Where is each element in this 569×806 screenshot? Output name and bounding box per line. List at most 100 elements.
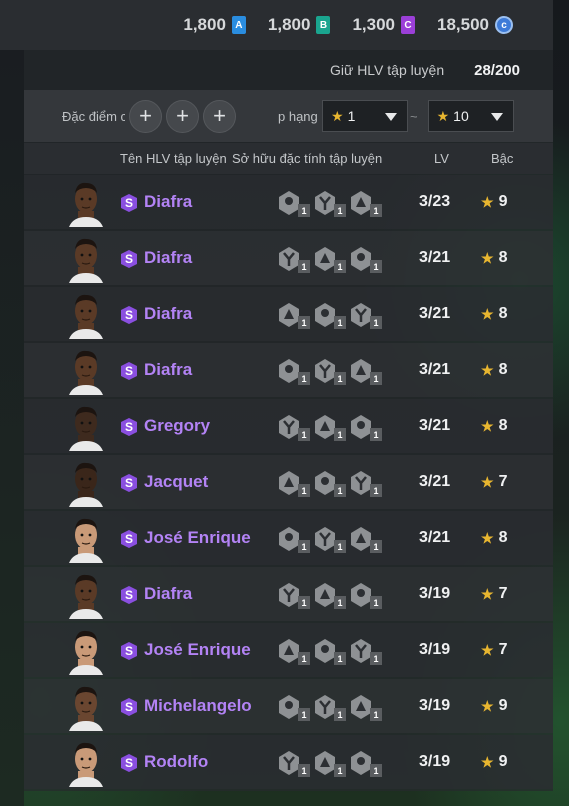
- training-trait-icon: 1: [313, 189, 346, 217]
- trainer-rank: ★ 7: [481, 641, 507, 659]
- training-trait-icon: 1: [277, 749, 310, 777]
- season-badge: S: [120, 417, 138, 437]
- trainer-rank-value: 7: [498, 585, 508, 602]
- trainer-rank-value: 9: [498, 697, 508, 714]
- trait-level: 1: [298, 708, 310, 721]
- table-row[interactable]: S José Enrique 1 1 1 3/19 ★ 7: [24, 623, 553, 677]
- trainer-rank-value: 8: [498, 529, 508, 546]
- currency-a: 1,800 A: [183, 15, 246, 35]
- training-trait-icon: 1: [277, 469, 310, 497]
- rank-max-dropdown[interactable]: ★ 10: [427, 100, 514, 132]
- trainer-name: Diafra: [144, 584, 193, 603]
- trainer-level: 3/21: [419, 417, 451, 434]
- season-badge: S: [120, 641, 138, 661]
- season-badge-letter: S: [124, 644, 133, 658]
- training-traits: 1 1 1: [277, 413, 382, 441]
- add-trait-filter-button-2[interactable]: +: [166, 99, 199, 133]
- trainer-name: Rodolfo: [144, 752, 209, 771]
- trainer-name: Diafra: [144, 248, 193, 267]
- avatar: [69, 574, 103, 619]
- table-row[interactable]: S Jacquet 1 1 1 3/21 ★ 7: [24, 455, 553, 509]
- column-header-name: Tên HLV tập luyện: [120, 151, 227, 166]
- storage-label: Giữ HLV tập luyện: [329, 62, 445, 78]
- trainer-name: Diafra: [144, 304, 193, 323]
- table-row[interactable]: S Diafra 1 1 1 3/23 ★ 9: [24, 175, 553, 229]
- trainer-rank-value: 9: [498, 193, 508, 210]
- trait-level: 1: [298, 484, 310, 497]
- season-badge: S: [120, 529, 138, 549]
- training-trait-icon: 1: [313, 301, 346, 329]
- currency-a-value: 1,800: [183, 15, 226, 34]
- table-row[interactable]: S Diafra 1 1 1 3/21 ★ 8: [24, 343, 553, 397]
- table-header: Tên HLV tập luyện Sở hữu đặc tính tập lu…: [24, 143, 553, 174]
- season-badge: S: [120, 249, 138, 269]
- trainer-level: 3/23: [419, 193, 451, 210]
- trait-level: 1: [334, 484, 346, 497]
- trait-level: 1: [370, 596, 382, 609]
- star-icon: ★: [481, 305, 494, 322]
- table-row[interactable]: S Diafra 1 1 1 3/21 ★ 8: [24, 287, 553, 341]
- trainer-name: José Enrique: [144, 640, 251, 659]
- table-row[interactable]: S Gregory 1 1 1 3/21 ★ 8: [24, 399, 553, 453]
- trainer-level: 3/21: [419, 361, 451, 378]
- training-traits: 1 1 1: [277, 581, 382, 609]
- rank-filter-label: p hạng: [278, 108, 318, 124]
- trainer-level: 3/19: [419, 697, 451, 714]
- trait-level: 1: [298, 540, 310, 553]
- training-traits: 1 1 1: [277, 245, 382, 273]
- trait-level: 1: [370, 316, 382, 329]
- training-traits: 1 1 1: [277, 189, 382, 217]
- season-badge-letter: S: [124, 420, 133, 434]
- table-row[interactable]: S Diafra 1 1 1 3/21 ★ 8: [24, 231, 553, 285]
- training-trait-icon: 1: [313, 525, 346, 553]
- training-trait-icon: 1: [349, 413, 382, 441]
- trainer-name: Michelangelo: [144, 696, 252, 715]
- table-row[interactable]: S Michelangelo 1 1 1 3/19 ★ 9: [24, 679, 553, 733]
- season-badge: S: [120, 585, 138, 605]
- training-trait-icon: 1: [277, 189, 310, 217]
- training-trait-icon: 1: [277, 413, 310, 441]
- training-traits: 1 1 1: [277, 469, 382, 497]
- trait-level: 1: [298, 652, 310, 665]
- training-trait-icon: 1: [349, 637, 382, 665]
- training-traits: 1 1 1: [277, 357, 382, 385]
- trait-level: 1: [298, 316, 310, 329]
- trainer-rank-value: 8: [498, 249, 508, 266]
- trainer-level: 3/19: [419, 641, 451, 658]
- star-icon: ★: [436, 107, 450, 124]
- trait-level: 1: [334, 372, 346, 385]
- add-trait-filter-button-1[interactable]: +: [129, 99, 162, 133]
- trainer-rank-value: 9: [498, 753, 508, 770]
- add-trait-filter-button-3[interactable]: +: [203, 99, 236, 133]
- training-trait-icon: 1: [277, 637, 310, 665]
- coin-icon: c: [495, 16, 513, 34]
- trainer-name: Jacquet: [144, 472, 209, 491]
- season-badge-letter: S: [124, 252, 133, 266]
- training-traits: 1 1 1: [277, 301, 382, 329]
- training-trait-icon: 1: [313, 749, 346, 777]
- table-row[interactable]: S Rodolfo 1 1 1 3/19 ★ 9: [24, 735, 553, 789]
- table-row[interactable]: S Diafra 1 1 1 3/19 ★ 7: [24, 567, 553, 621]
- avatar: [69, 630, 103, 675]
- column-header-traits: Sở hữu đặc tính tập luyện: [232, 151, 383, 166]
- training-trait-icon: 1: [349, 525, 382, 553]
- training-trait-icon: 1: [349, 245, 382, 273]
- avatar: [69, 518, 103, 563]
- avatar: [69, 350, 103, 395]
- trainer-rank: ★ 8: [481, 417, 507, 435]
- trainer-rank-value: 8: [498, 361, 508, 378]
- season-badge: S: [120, 697, 138, 717]
- training-trait-icon: 1: [313, 637, 346, 665]
- trainer-rank: ★ 9: [481, 753, 507, 771]
- star-icon: ★: [481, 473, 494, 490]
- trait-level: 1: [370, 204, 382, 217]
- avatar: [69, 406, 103, 451]
- chevron-down-icon: [490, 113, 503, 121]
- rank-min-value: 1: [347, 108, 356, 124]
- trainer-level: 3/21: [419, 529, 451, 546]
- rank-min-dropdown[interactable]: ★ 1: [322, 100, 408, 132]
- training-trait-icon: 1: [349, 693, 382, 721]
- training-trait-icon: 1: [313, 357, 346, 385]
- table-row[interactable]: S José Enrique 1 1 1 3/21 ★ 8: [24, 511, 553, 565]
- star-icon: ★: [331, 107, 344, 124]
